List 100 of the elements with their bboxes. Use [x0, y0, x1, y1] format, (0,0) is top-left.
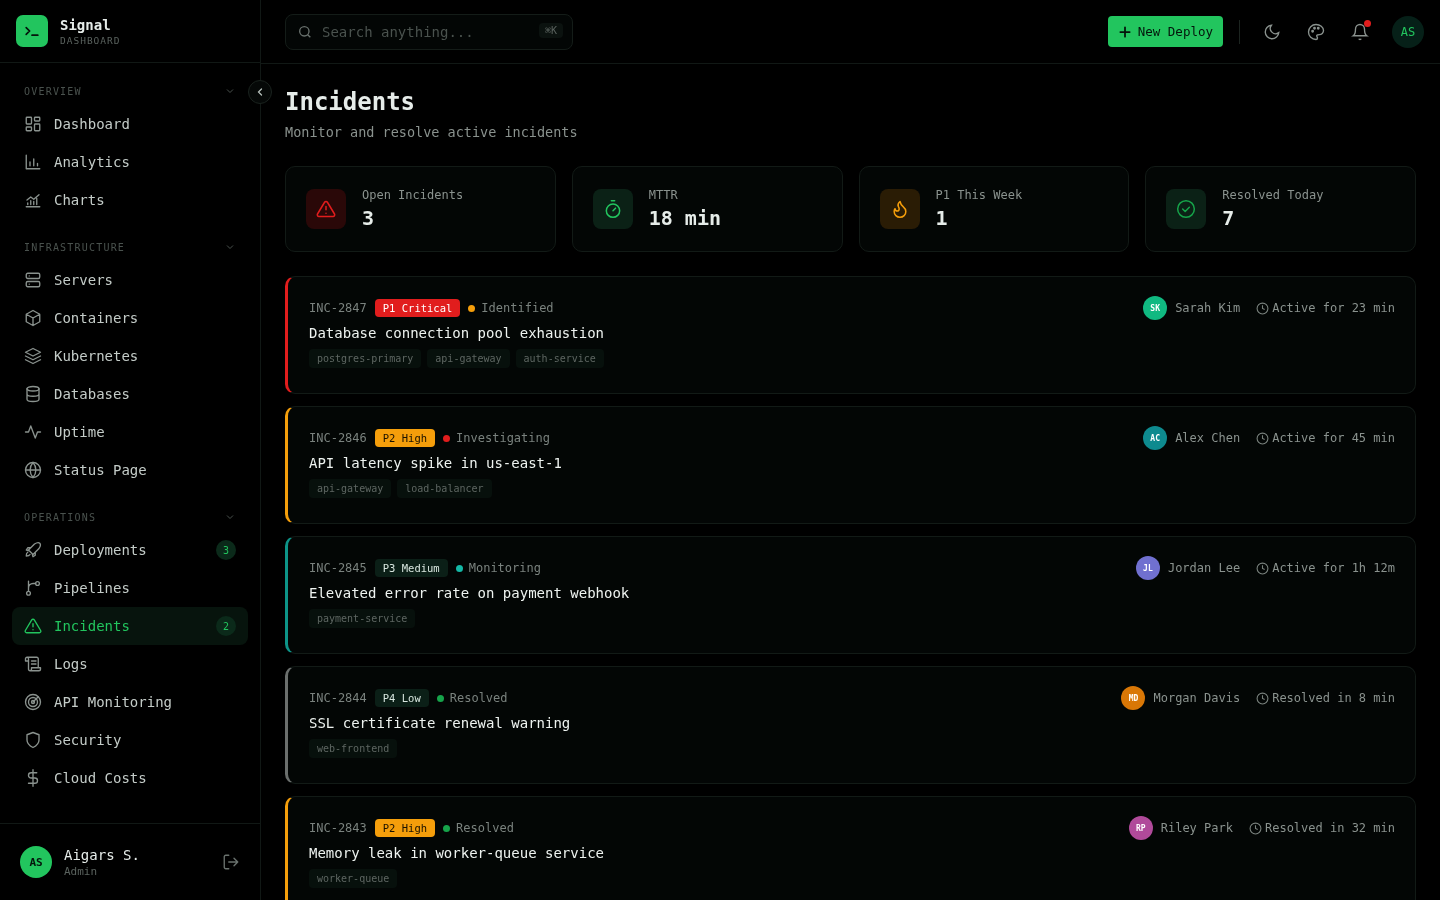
nav-item[interactable]: Kubernetes	[12, 337, 248, 375]
radar-icon	[24, 693, 42, 711]
nav-item[interactable]: Uptime	[12, 413, 248, 451]
warning-icon	[24, 617, 42, 635]
nav-item[interactable]: Analytics	[12, 143, 248, 181]
service-tag: worker-queue	[309, 869, 398, 888]
service-tag: auth-service	[515, 349, 604, 368]
priority-badge: P1 Critical	[374, 299, 461, 317]
bar-chart-icon	[24, 153, 42, 171]
incident-card[interactable]: INC-2844 P4 Low Resolved MD Morgan Davis Resolved in 8 min SSL certificate renewal warning web-frontend	[285, 666, 1416, 784]
assignee-name: Sarah Kim	[1175, 301, 1241, 315]
incident-duration: Active for 1h 12m	[1272, 561, 1395, 575]
service-tag: api-gateway	[427, 349, 510, 368]
page-title: Incidents	[285, 88, 417, 116]
globe-icon	[24, 461, 42, 479]
section-title: OVERVIEW	[24, 85, 82, 97]
assignee-name: Morgan Davis	[1153, 691, 1241, 705]
new-deploy-button[interactable]: New Deploy	[1107, 16, 1223, 47]
nav-item[interactable]: Logs	[12, 645, 248, 683]
incident-duration: Active for 23 min	[1272, 301, 1395, 315]
assignee-avatar: MD	[1121, 686, 1146, 710]
user-avatar: AS	[20, 846, 52, 878]
incident-status: Monitoring	[468, 561, 541, 575]
layers-icon	[24, 347, 42, 365]
incident-id: INC-2846	[309, 431, 367, 445]
assignee-avatar: SK	[1143, 296, 1168, 320]
assignee-avatar: AC	[1143, 426, 1168, 450]
box-icon	[24, 309, 42, 327]
incident-status: Investigating	[456, 431, 550, 445]
clock-icon	[1256, 561, 1270, 575]
nav-item[interactable]: Security	[12, 721, 248, 759]
clock-icon	[1248, 821, 1262, 835]
incident-title: SSL certificate renewal warning	[309, 715, 572, 731]
collapse-sidebar-button[interactable]	[248, 80, 272, 104]
nav-item[interactable]: Dashboard	[12, 105, 248, 143]
terminal-logo-icon	[16, 15, 48, 47]
assignee-name: Jordan Lee	[1167, 561, 1241, 575]
incident-card[interactable]: INC-2846 P2 High Investigating AC Alex Chen Active for 45 min API latency spike in us-east-1 api-gateway load-balancer	[285, 406, 1416, 524]
clock-icon	[1256, 301, 1270, 315]
nav-item[interactable]: Deployments 3	[12, 531, 248, 569]
line-chart-icon	[24, 191, 42, 209]
nav-item[interactable]: API Monitoring	[12, 683, 248, 721]
incident-id: INC-2847	[309, 301, 367, 315]
service-tag: load-balancer	[397, 479, 492, 498]
nav-item[interactable]: Containers	[12, 299, 248, 337]
user-role: Admin	[64, 864, 99, 878]
stat-label: MTTR	[648, 188, 679, 202]
check-circle-icon	[1176, 199, 1197, 219]
clock-icon	[1256, 691, 1270, 705]
assignee-name: Riley Park	[1160, 821, 1233, 835]
nav-item[interactable]: Pipelines	[12, 569, 248, 607]
warning-icon	[316, 199, 336, 219]
incident-card[interactable]: INC-2843 P2 High Resolved RP Riley Park Resolved in 32 min Memory leak in worker-queue service worker-queue	[285, 796, 1416, 900]
incident-title: Database connection pool exhaustion	[309, 325, 605, 341]
incident-status: Resolved	[449, 691, 508, 705]
assignee-avatar: JL	[1135, 556, 1160, 580]
assignee-name: Alex Chen	[1175, 431, 1241, 445]
incident-card[interactable]: INC-2847 P1 Critical Identified SK Sarah Kim Active for 23 min Database connection pool exhaustion postgres-primary api-gateway auth-service	[285, 276, 1416, 394]
grid-icon	[24, 115, 42, 133]
incident-title: Elevated error rate on payment webhook	[309, 585, 631, 601]
incident-card[interactable]: INC-2845 P3 Medium Monitoring JL Jordan Lee Active for 1h 12m Elevated error rate on payment webhook payment-service	[285, 536, 1416, 654]
incident-title: Memory leak in worker-queue service	[309, 845, 605, 861]
section-title: OPERATIONS	[24, 511, 97, 523]
search-icon	[297, 23, 313, 40]
incident-status: Resolved	[456, 821, 514, 835]
nav-item[interactable]: Charts	[12, 181, 248, 219]
rocket-icon	[24, 541, 42, 559]
user-name: Aigars S.	[64, 846, 141, 863]
priority-badge: P2 High	[374, 429, 436, 447]
shield-icon	[24, 731, 42, 749]
nav-item[interactable]: Cloud Costs	[12, 759, 248, 797]
nav-item[interactable]: Status Page	[12, 451, 248, 489]
stat-label: Resolved Today	[1222, 188, 1324, 202]
database-icon	[24, 385, 42, 403]
clock-icon	[1256, 431, 1270, 445]
stat-value: 18 min	[648, 206, 721, 230]
brand-subtitle: DASHBOARD	[60, 34, 121, 46]
incident-status: Identified	[481, 301, 554, 315]
nav-item[interactable]: Databases	[12, 375, 248, 413]
nav-item[interactable]: Servers	[12, 261, 248, 299]
user-avatar[interactable]: AS	[1392, 15, 1424, 48]
service-tag: web-frontend	[309, 739, 398, 758]
nav-item[interactable]: Incidents 2	[12, 607, 248, 645]
page-subtitle: Monitor and resolve active incidents	[285, 124, 579, 140]
service-tag: postgres-primary	[309, 349, 422, 368]
incident-title: API latency spike in us-east-1	[309, 455, 563, 471]
stat-label: Open Incidents	[362, 188, 464, 202]
incident-duration: Active for 45 min	[1272, 431, 1395, 445]
count-badge: 3	[216, 540, 236, 560]
priority-badge: P3 Medium	[374, 559, 448, 577]
stat-label: P1 This Week	[935, 188, 1023, 202]
brand-name: Signal	[60, 16, 112, 33]
stat-value: 1	[935, 206, 949, 230]
pulse-icon	[24, 423, 42, 441]
count-badge: 2	[216, 616, 236, 636]
priority-badge: P2 High	[374, 819, 436, 837]
section-title: INFRASTRUCTURE	[24, 241, 126, 253]
stat-value: 7	[1222, 206, 1236, 230]
incident-id: INC-2844	[309, 691, 367, 705]
logout-icon[interactable]	[222, 853, 240, 871]
